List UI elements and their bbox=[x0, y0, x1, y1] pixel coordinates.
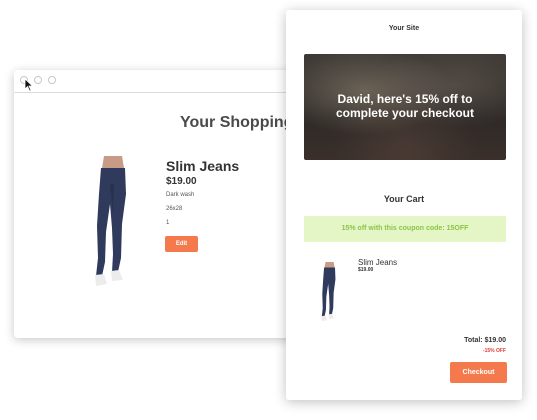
abandoned-cart-email: Your Site David, here's 15% off to compl… bbox=[286, 10, 522, 400]
coupon-banner: 15% off with this coupon code: 15OFF bbox=[304, 216, 506, 242]
edit-button[interactable]: Edit bbox=[165, 236, 198, 252]
cart-item-image bbox=[321, 262, 336, 322]
cart-title: Your Cart bbox=[383, 194, 425, 204]
window-minimize-dot[interactable] bbox=[34, 76, 42, 84]
discount-label: -15% OFF bbox=[482, 348, 506, 354]
window-maximize-dot[interactable] bbox=[48, 76, 56, 84]
browser-titlebar bbox=[14, 70, 330, 93]
product-price: $19.00 bbox=[166, 176, 197, 187]
hero-banner: David, here's 15% off to complete your c… bbox=[304, 54, 506, 160]
product-size: 26x28 bbox=[166, 206, 183, 212]
checkout-button[interactable]: Checkout bbox=[450, 362, 507, 383]
hero-text: David, here's 15% off to complete your c… bbox=[335, 92, 475, 120]
product-quantity: 1 bbox=[166, 220, 170, 226]
jeans-product-image bbox=[95, 156, 126, 286]
shopping-cart-browser-window: Your Shopping C Slim Jeans $19.00 Dark w… bbox=[14, 70, 330, 338]
cart-total: Total: $19.00 bbox=[464, 337, 506, 344]
site-name: Your Site bbox=[388, 25, 420, 32]
product-name: Slim Jeans bbox=[166, 158, 240, 174]
cart-item-name: Slim Jeans bbox=[358, 258, 398, 267]
cart-item-price: $19.00 bbox=[358, 267, 374, 273]
cursor-icon bbox=[24, 78, 34, 92]
product-description: Dark wash bbox=[166, 192, 195, 198]
